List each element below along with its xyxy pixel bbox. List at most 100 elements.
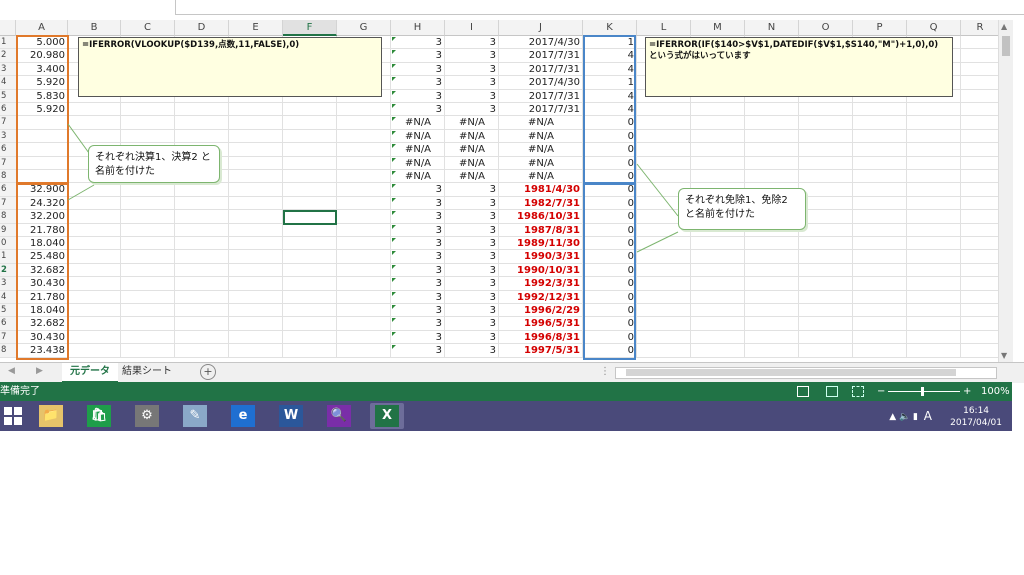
cell-h[interactable]: 3 bbox=[391, 197, 445, 210]
cell-h[interactable]: #N/A bbox=[391, 143, 445, 156]
cell-h[interactable]: 3 bbox=[391, 250, 445, 263]
row-header[interactable]: 6 bbox=[0, 103, 16, 117]
cell-i[interactable]: 3 bbox=[445, 103, 499, 116]
cell-j[interactable]: #N/A bbox=[499, 143, 583, 156]
column-header-j[interactable]: J bbox=[499, 20, 583, 36]
cell-i[interactable]: 3 bbox=[445, 317, 499, 330]
tab-sheet-kekka[interactable]: 結果シート bbox=[114, 363, 180, 381]
cell-h[interactable]: 3 bbox=[391, 76, 445, 89]
cell-h[interactable]: #N/A bbox=[391, 157, 445, 170]
cell-h[interactable]: 3 bbox=[391, 103, 445, 116]
cell-h[interactable]: 3 bbox=[391, 291, 445, 304]
row-header[interactable]: 3 bbox=[0, 129, 16, 144]
ime-indicator[interactable]: A bbox=[924, 410, 932, 422]
vertical-scrollbar[interactable]: ▲ ▼ bbox=[998, 20, 1013, 362]
cell-i[interactable]: 3 bbox=[445, 197, 499, 210]
cell-h[interactable]: 3 bbox=[391, 36, 445, 49]
page-layout-icon[interactable] bbox=[826, 386, 838, 397]
column-header-l[interactable]: L bbox=[637, 20, 691, 36]
cell-j[interactable]: 2017/7/31 bbox=[499, 90, 583, 103]
cell-i[interactable]: #N/A bbox=[445, 130, 499, 143]
cell-i[interactable]: #N/A bbox=[445, 157, 499, 170]
normal-view-icon[interactable] bbox=[797, 386, 809, 397]
cell-j[interactable]: #N/A bbox=[499, 170, 583, 183]
zoom-level[interactable]: 100% bbox=[981, 382, 1010, 401]
cell-i[interactable]: 3 bbox=[445, 331, 499, 344]
scroll-up-arrow[interactable]: ▲ bbox=[1001, 22, 1007, 31]
clock-date[interactable]: 2017/04/01 bbox=[950, 417, 1002, 429]
cell-j[interactable]: 2017/4/30 bbox=[499, 76, 583, 89]
store-icon[interactable]: 🛍 bbox=[82, 403, 116, 429]
cell-i[interactable]: 3 bbox=[445, 237, 499, 250]
ie-icon[interactable]: e bbox=[226, 403, 260, 429]
cell-i[interactable]: #N/A bbox=[445, 116, 499, 129]
row-header[interactable]: 6 bbox=[0, 143, 16, 157]
cell-i[interactable]: 3 bbox=[445, 63, 499, 76]
cell-i[interactable]: 3 bbox=[445, 304, 499, 317]
cell-j[interactable]: 1990/3/31 bbox=[499, 250, 583, 263]
row-header[interactable]: 7 bbox=[0, 116, 16, 130]
cell-j[interactable]: 1996/2/29 bbox=[499, 304, 583, 317]
callout-kessan[interactable]: それぞれ決算1、決算2 と名前を付けた bbox=[88, 145, 220, 183]
cell-h[interactable]: 3 bbox=[391, 344, 445, 357]
row-header[interactable]: 8 bbox=[0, 210, 16, 224]
row-header[interactable]: 3 bbox=[0, 277, 16, 291]
cell-i[interactable]: 3 bbox=[445, 183, 499, 196]
cell-i[interactable]: 3 bbox=[445, 250, 499, 263]
column-header-g[interactable]: G bbox=[337, 20, 391, 36]
zoom-slider[interactable] bbox=[888, 391, 960, 392]
cell-h[interactable]: #N/A bbox=[391, 130, 445, 143]
cell-i[interactable]: 3 bbox=[445, 224, 499, 237]
row-header[interactable]: 4 bbox=[0, 290, 16, 304]
notepad-icon[interactable]: ✎ bbox=[178, 403, 212, 429]
cell-h[interactable]: 3 bbox=[391, 49, 445, 62]
row-header[interactable]: 5 bbox=[0, 304, 16, 318]
worksheet-grid[interactable]: ABCDEFGHIJKLMNOPQR1234567367867890123456… bbox=[0, 20, 1024, 362]
cell-j[interactable]: 1987/8/31 bbox=[499, 224, 583, 237]
explorer-icon[interactable]: 📁 bbox=[34, 403, 68, 429]
cell-j[interactable]: #N/A bbox=[499, 116, 583, 129]
row-header[interactable]: 9 bbox=[0, 223, 16, 237]
row-header[interactable]: 8 bbox=[0, 344, 16, 358]
add-sheet-icon[interactable]: + bbox=[200, 364, 216, 380]
cell-h[interactable]: 3 bbox=[391, 304, 445, 317]
column-header-e[interactable]: E bbox=[229, 20, 283, 36]
network-icon[interactable]: ⚙ bbox=[130, 403, 164, 429]
cell-h[interactable]: 3 bbox=[391, 264, 445, 277]
callout-menjo[interactable]: それぞれ免除1、免除2 と名前を付けた bbox=[678, 188, 806, 230]
tab-sheet-moto-data[interactable]: 元データ bbox=[62, 363, 118, 383]
cell-h[interactable]: 3 bbox=[391, 317, 445, 330]
row-header[interactable]: 0 bbox=[0, 237, 16, 251]
zoom-out-button[interactable]: − bbox=[877, 382, 885, 401]
row-header[interactable]: 2 bbox=[0, 49, 16, 63]
cell-j[interactable]: 1989/11/30 bbox=[499, 237, 583, 250]
cell-i[interactable]: #N/A bbox=[445, 143, 499, 156]
zoom-slider-thumb[interactable] bbox=[921, 387, 924, 396]
cell-h[interactable]: 3 bbox=[391, 63, 445, 76]
clock-time[interactable]: 16:14 bbox=[950, 405, 1002, 417]
cell-j[interactable]: 1992/12/31 bbox=[499, 291, 583, 304]
column-header-c[interactable]: C bbox=[121, 20, 175, 36]
cell-h[interactable]: 3 bbox=[391, 224, 445, 237]
cell-i[interactable]: 3 bbox=[445, 277, 499, 290]
cell-j[interactable]: 2017/7/31 bbox=[499, 63, 583, 76]
cell-j[interactable]: #N/A bbox=[499, 157, 583, 170]
cell-h[interactable]: 3 bbox=[391, 331, 445, 344]
cell-i[interactable]: 3 bbox=[445, 90, 499, 103]
hscroll-thumb[interactable] bbox=[626, 369, 956, 376]
column-header-a[interactable]: A bbox=[16, 20, 68, 36]
cell-h[interactable]: 3 bbox=[391, 210, 445, 223]
page-break-icon[interactable] bbox=[852, 386, 864, 397]
cell-j[interactable]: 1996/5/31 bbox=[499, 317, 583, 330]
row-header[interactable]: 1 bbox=[0, 250, 16, 264]
zoom-in-button[interactable]: + bbox=[963, 382, 971, 401]
cell-i[interactable]: 3 bbox=[445, 76, 499, 89]
column-header-k[interactable]: K bbox=[583, 20, 637, 36]
column-header-p[interactable]: P bbox=[853, 20, 907, 36]
tray-icons[interactable]: ▲ 🔈 ▮ bbox=[889, 411, 918, 423]
column-header-i[interactable]: I bbox=[445, 20, 499, 36]
row-header[interactable]: 5 bbox=[0, 89, 16, 103]
cell-j[interactable]: 1992/3/31 bbox=[499, 277, 583, 290]
formula-comment-right[interactable]: =IFERROR(IF($140>$V$1,DATEDIF($V$1,$S140… bbox=[645, 37, 953, 97]
row-header[interactable]: 4 bbox=[0, 76, 16, 90]
